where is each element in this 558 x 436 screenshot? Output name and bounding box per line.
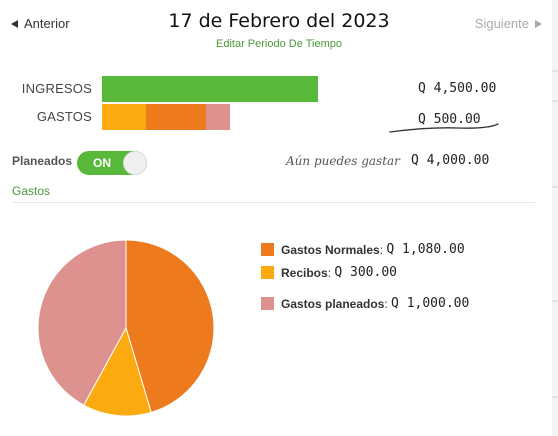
edge-tick	[552, 186, 558, 188]
legend-name-receipts: Recibos	[281, 265, 328, 280]
legend-item-planned-expenses: Gastos planeados : Q 1,000.00	[261, 296, 469, 311]
legend-swatch-normal-expenses	[261, 243, 274, 256]
legend-name-planned-expenses: Gastos planeados	[281, 296, 385, 311]
edge-tick	[552, 100, 558, 102]
expenses-pie-chart	[37, 239, 215, 417]
legend-value-planned-expenses: Q 1,000.00	[391, 296, 470, 311]
legend-swatch-receipts	[261, 266, 274, 279]
income-bar	[102, 76, 318, 102]
section-divider	[12, 202, 535, 203]
legend-value-receipts: Q 300.00	[334, 265, 397, 280]
can-spend-amount: Q 4,000.00	[411, 153, 490, 168]
handwritten-underline	[389, 123, 499, 133]
edit-period-link[interactable]: Editar Periodo De Tiempo	[0, 38, 558, 50]
expenses-section-title: Gastos	[12, 184, 51, 198]
planned-label: Planeados	[12, 154, 73, 168]
expense-bar	[102, 104, 230, 130]
legend-value-normal-expenses: Q 1,080.00	[386, 242, 465, 257]
toggle-knob[interactable]	[123, 151, 147, 175]
right-edge-strip	[552, 0, 558, 436]
edge-tick	[552, 396, 558, 398]
legend-item-receipts: Recibos : Q 300.00	[261, 265, 397, 280]
expense-bar-planned-segment	[206, 104, 230, 130]
can-spend-label: Aún puedes gastar	[286, 154, 400, 168]
toggle-on-label: ON	[93, 156, 111, 170]
legend-colon: :	[327, 265, 335, 280]
next-period-label: Siguiente	[474, 16, 529, 31]
edge-tick	[552, 70, 558, 72]
legend-colon: :	[379, 242, 387, 257]
planned-toggle[interactable]: ON	[77, 151, 147, 175]
next-period-button[interactable]: Siguiente	[475, 16, 542, 31]
legend-name-normal-expenses: Gastos Normales	[281, 242, 380, 257]
edge-tick	[552, 300, 558, 302]
income-amount: Q 4,500.00	[418, 81, 497, 96]
income-label: INGRESOS	[21, 81, 92, 96]
expense-bar-receipts-segment	[102, 104, 146, 130]
legend-item-normal-expenses: Gastos Normales : Q 1,080.00	[261, 242, 465, 257]
legend-swatch-planned-expenses	[261, 297, 274, 310]
expense-bar-normal-segment	[146, 104, 206, 130]
expense-label: GASTOS	[36, 109, 92, 124]
triangle-right-icon	[535, 19, 542, 28]
legend-colon: :	[384, 296, 392, 311]
